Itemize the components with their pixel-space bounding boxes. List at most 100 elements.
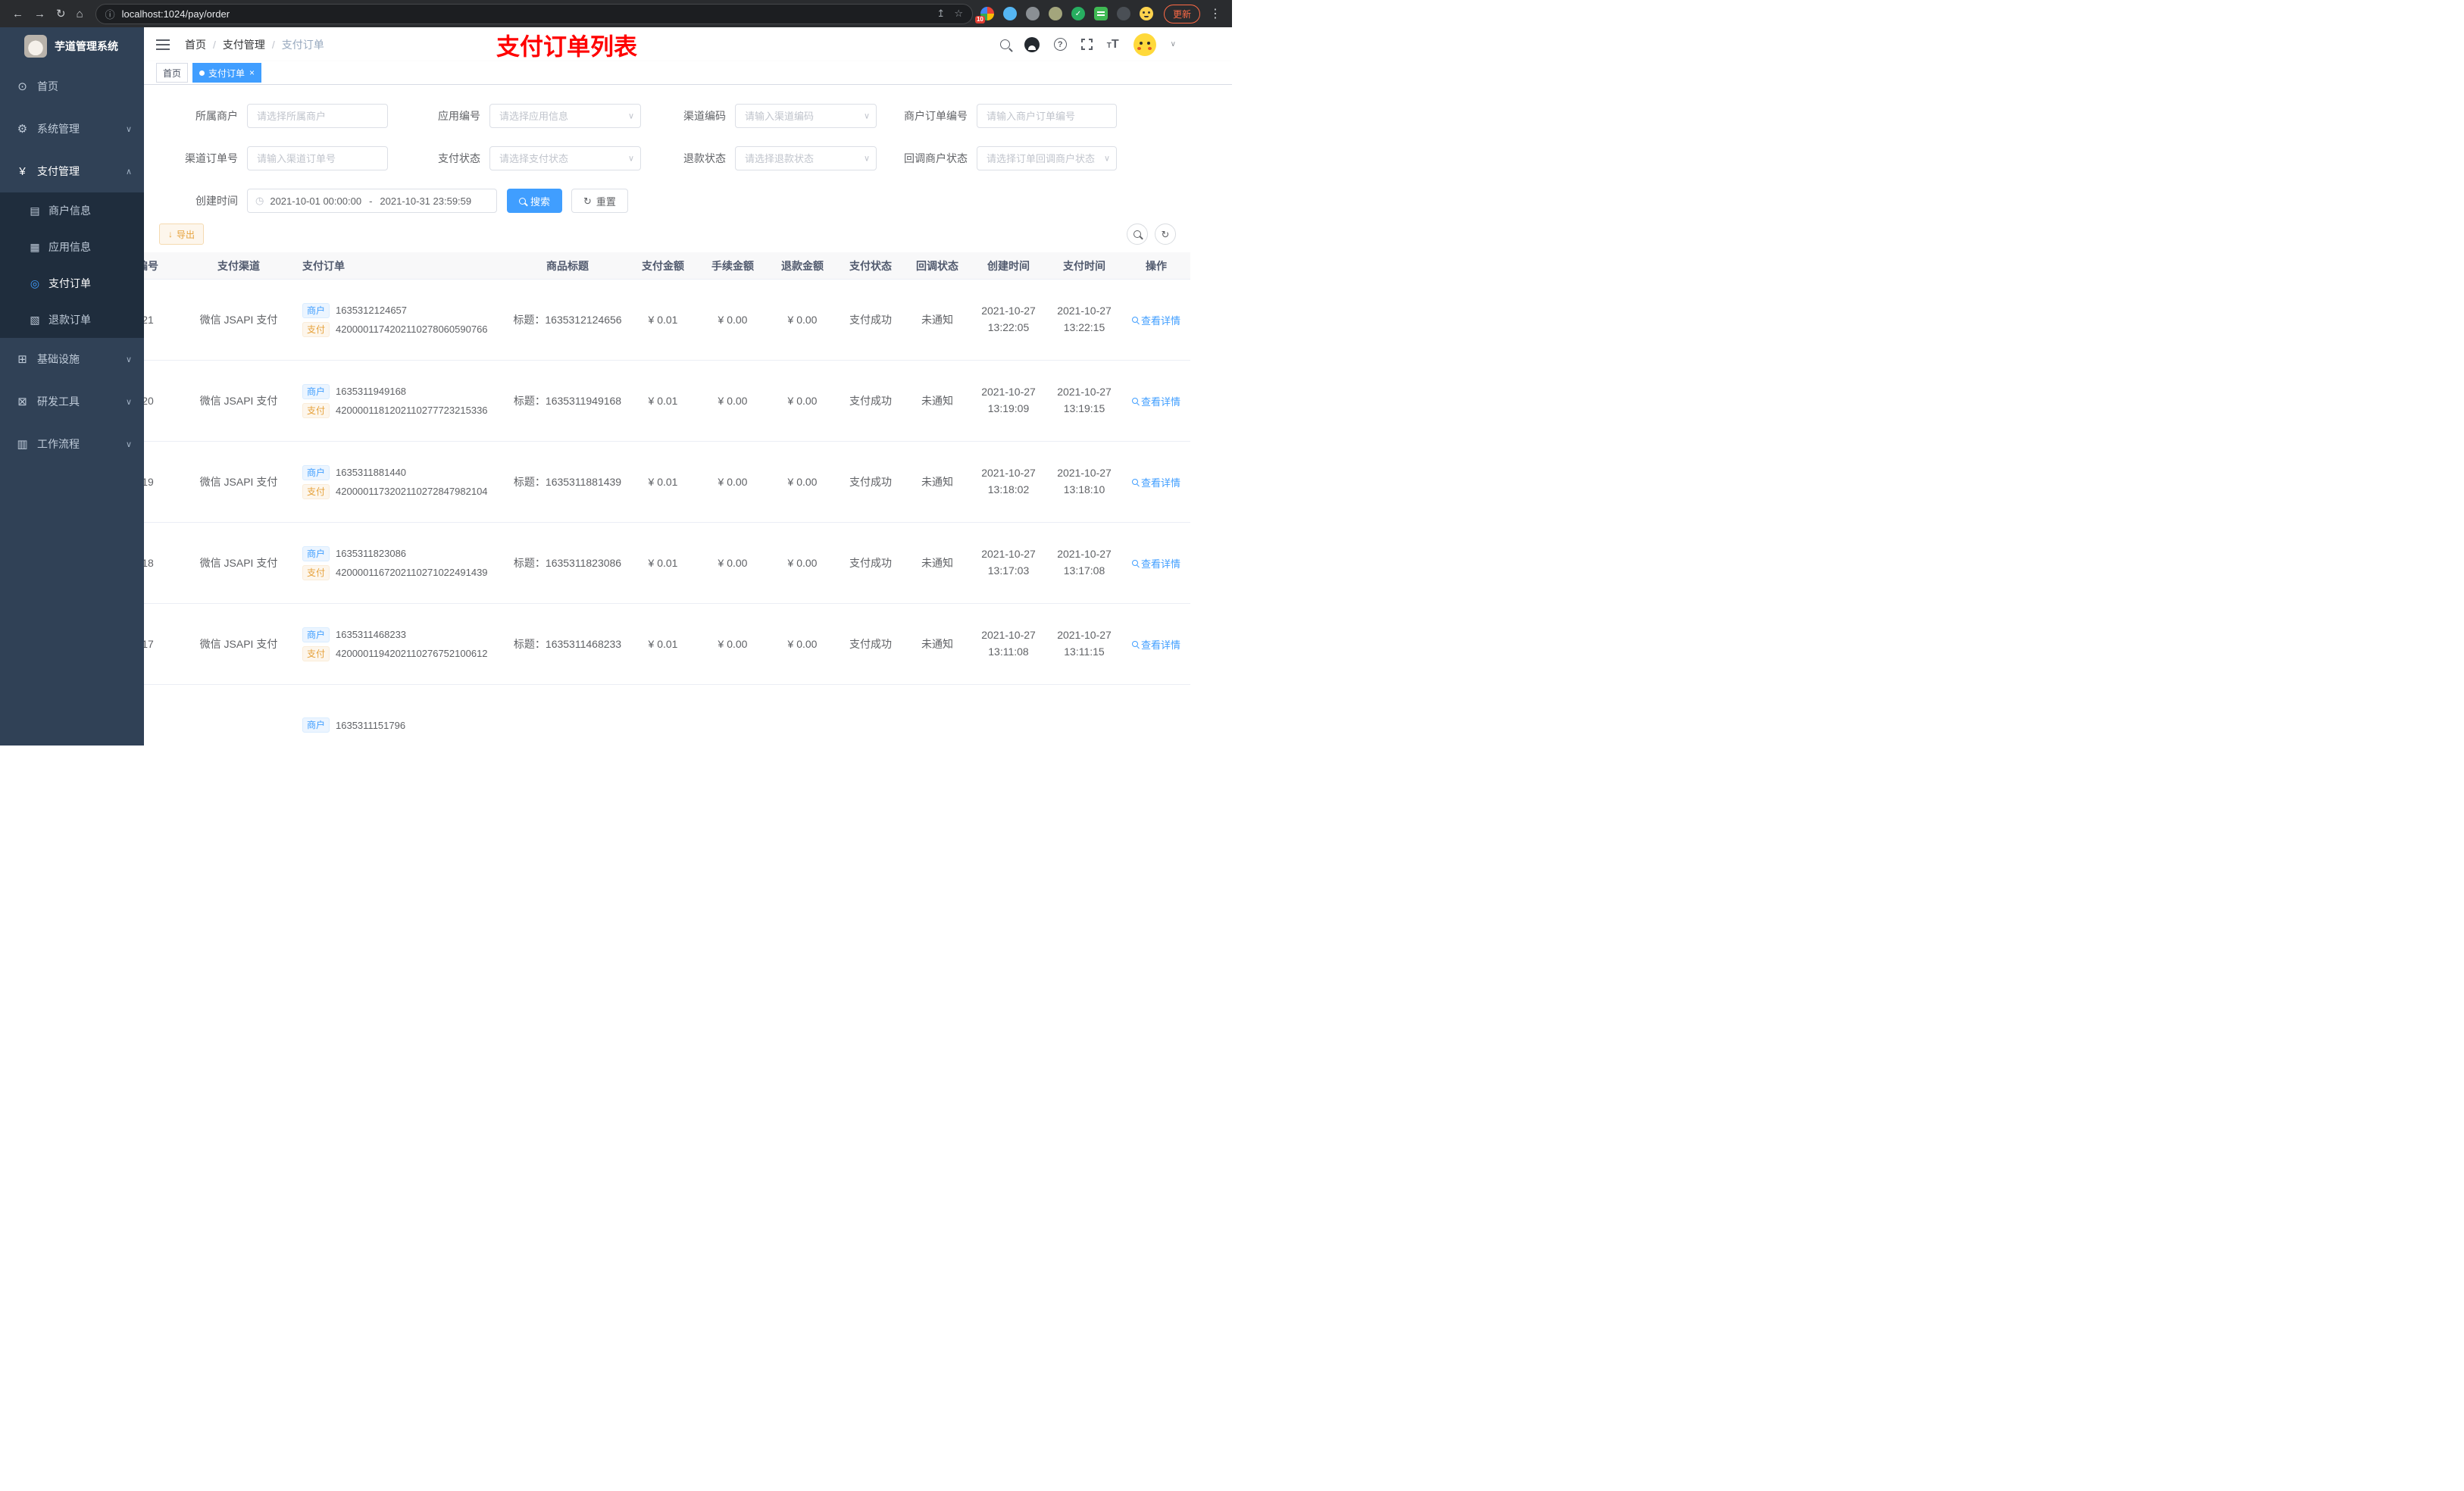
create-date: 2021-10-27 xyxy=(981,467,1036,480)
filter-label-refund-status: 退款状态 xyxy=(683,152,726,164)
refund-amount-cell: ¥ 0.00 xyxy=(787,395,818,407)
tag-pay-order[interactable]: 支付订单 × xyxy=(192,63,262,83)
extension-chat-icon[interactable] xyxy=(1093,7,1108,20)
merchant-order-no: 1635311823086 xyxy=(336,548,407,559)
breadcrumb-home[interactable]: 首页 xyxy=(185,37,206,52)
back-icon[interactable]: ← xyxy=(12,8,23,20)
browser-menu-icon[interactable]: ⋮ xyxy=(1206,6,1224,21)
pay-status-select[interactable] xyxy=(489,146,641,170)
sidebar-item-label: 应用信息 xyxy=(48,241,91,253)
sidebar-item-refund-order[interactable]: ▧ 退款订单 xyxy=(0,302,144,338)
app-logo[interactable]: 芋道管理系统 xyxy=(0,27,144,65)
sidebar-item-workflow[interactable]: ▥ 工作流程 ∨ xyxy=(0,423,144,465)
github-icon[interactable] xyxy=(1024,36,1040,52)
action-cell: 查看详情 xyxy=(1122,556,1190,570)
merchant-order-no-input[interactable] xyxy=(977,104,1117,128)
sidebar-item-pay-order[interactable]: ◎ 支付订单 xyxy=(0,265,144,302)
fullscreen-icon[interactable] xyxy=(1080,38,1093,51)
table-row: 21 微信 JSAPI 支付 商户 1635312124657 支付 42000… xyxy=(144,280,1190,361)
filter-label-pay-status: 支付状态 xyxy=(438,152,480,164)
help-icon[interactable]: ? xyxy=(1053,38,1067,51)
refund-amount-cell: ¥ 0.00 xyxy=(787,314,818,326)
title-value: 1635312124656 xyxy=(545,314,622,326)
table-row: 19 微信 JSAPI 支付 商户 1635311881440 支付 42000… xyxy=(144,442,1190,523)
extension-blue-icon[interactable] xyxy=(1002,7,1017,20)
sidebar-item-system[interactable]: ⚙ 系统管理 ∨ xyxy=(0,108,144,150)
channel-code-select[interactable] xyxy=(735,104,877,128)
create-date: 2021-10-27 xyxy=(981,548,1036,561)
pay-order-no: 4200001167202110271022491439 xyxy=(336,567,488,578)
avatar-caret-icon[interactable]: ∨ xyxy=(1171,40,1176,48)
reload-icon[interactable]: ↻ xyxy=(56,8,66,20)
pay-time-cell: 2021-10-27 13:22:15 xyxy=(1046,303,1122,336)
app-no-select[interactable] xyxy=(489,104,641,128)
extension-gray-icon[interactable] xyxy=(1025,7,1040,20)
forward-icon[interactable]: → xyxy=(34,8,45,20)
card-icon: ▤ xyxy=(30,204,40,217)
view-detail-link[interactable]: 查看详情 xyxy=(1131,475,1180,489)
pay-order-no: 4200001181202110277723215336 xyxy=(336,405,488,416)
reset-button-label: 重置 xyxy=(596,195,616,208)
toggle-search-button[interactable] xyxy=(1127,223,1148,245)
view-detail-link[interactable]: 查看详情 xyxy=(1131,556,1180,570)
column-header-notify: 回调状态 xyxy=(916,259,958,272)
action-cell: 查看详情 xyxy=(1122,637,1190,652)
extension-badge: 10 xyxy=(974,16,985,23)
tag-label: 首页 xyxy=(163,67,182,79)
sidebar-item-pay[interactable]: ¥ 支付管理 ∧ xyxy=(0,150,144,192)
sidebar-toggle-icon[interactable] xyxy=(156,39,170,50)
breadcrumb-section[interactable]: 支付管理 xyxy=(223,37,265,52)
reset-button[interactable]: ↻ 重置 xyxy=(571,189,628,213)
tags-view-bar: 首页 支付订单 × xyxy=(144,61,1232,85)
briefcase-icon: ▥ xyxy=(17,438,28,451)
tab-close-icon[interactable]: × xyxy=(249,67,255,78)
pay-amount-cell: ¥ 0.01 xyxy=(648,395,678,407)
export-button[interactable]: ↓ 导出 xyxy=(159,223,205,245)
header-actions: ? TT ∨ xyxy=(999,33,1176,56)
view-detail-link[interactable]: 查看详情 xyxy=(1131,637,1180,652)
chevron-down-icon: ∨ xyxy=(125,355,132,364)
user-avatar[interactable] xyxy=(1133,33,1156,56)
address-bar[interactable]: ⓘ localhost:1024/pay/order ↥ ☆ xyxy=(95,3,973,24)
browser-home-icon[interactable]: ⌂ xyxy=(77,8,83,20)
sidebar-item-devtools[interactable]: ⊠ 研发工具 ∨ xyxy=(0,380,144,423)
merchant-tag: 商户 xyxy=(302,627,330,642)
merchant-tag: 商户 xyxy=(302,717,330,733)
pay-tag: 支付 xyxy=(302,321,330,337)
extension-wheel-icon[interactable]: 10 xyxy=(974,7,994,23)
pay-channel-cell: 微信 JSAPI 支付 xyxy=(199,395,278,407)
site-info-icon[interactable]: ⓘ xyxy=(105,7,115,21)
title-prefix: 标题： xyxy=(513,395,546,407)
channel-order-no-input[interactable] xyxy=(247,146,388,170)
title-prefix: 标题： xyxy=(513,638,546,650)
share-icon[interactable]: ↥ xyxy=(937,8,945,20)
extension-olive-icon[interactable] xyxy=(1048,7,1062,20)
product-title-cell: 标题：1635311823086 xyxy=(507,555,628,570)
sidebar-item-infrastructure[interactable]: ⊞ 基础设施 ∨ xyxy=(0,338,144,380)
extension-check-icon[interactable]: ✓ xyxy=(1071,7,1085,20)
sidebar-item-home[interactable]: ⊙ 首页 xyxy=(0,65,144,108)
sidebar-item-merchant-info[interactable]: ▤ 商户信息 xyxy=(0,192,144,229)
refresh-button[interactable]: ↻ xyxy=(1155,223,1176,245)
refund-status-select[interactable] xyxy=(735,146,877,170)
view-detail-link[interactable]: 查看详情 xyxy=(1131,394,1180,408)
create-time-range-picker[interactable]: ◷ 2021-10-01 00:00:00 - 2021-10-31 23:59… xyxy=(247,189,497,213)
view-detail-link[interactable]: 查看详情 xyxy=(1131,313,1180,327)
date-separator: - xyxy=(369,195,373,207)
pay-tag: 支付 xyxy=(302,402,330,418)
search-button[interactable]: 搜索 xyxy=(507,189,563,213)
tag-home[interactable]: 首页 xyxy=(156,63,189,83)
callback-status-select[interactable] xyxy=(977,146,1117,170)
date-start: 2021-10-01 00:00:00 xyxy=(270,195,362,207)
font-size-icon[interactable]: TT xyxy=(1107,38,1119,51)
pay-time-cell: 2021-10-27 13:18:10 xyxy=(1046,465,1122,498)
extension-pin-icon[interactable] xyxy=(1116,7,1130,20)
sidebar-item-app-info[interactable]: ▦ 应用信息 xyxy=(0,229,144,265)
header-search-icon[interactable] xyxy=(999,39,1010,49)
bookmark-star-icon[interactable]: ☆ xyxy=(954,8,963,20)
extension-emoji-icon[interactable] xyxy=(1139,7,1153,20)
update-button[interactable]: 更新 xyxy=(1163,4,1200,23)
merchant-order-line: 商户 1635311949168 xyxy=(302,383,501,399)
merchant-input[interactable] xyxy=(247,104,388,128)
sidebar-menu: ⊙ 首页 ⚙ 系统管理 ∨ ¥ 支付管理 ∧ ▤ 商户信息 ▦ 应用信息 ◎ 支… xyxy=(0,65,144,465)
